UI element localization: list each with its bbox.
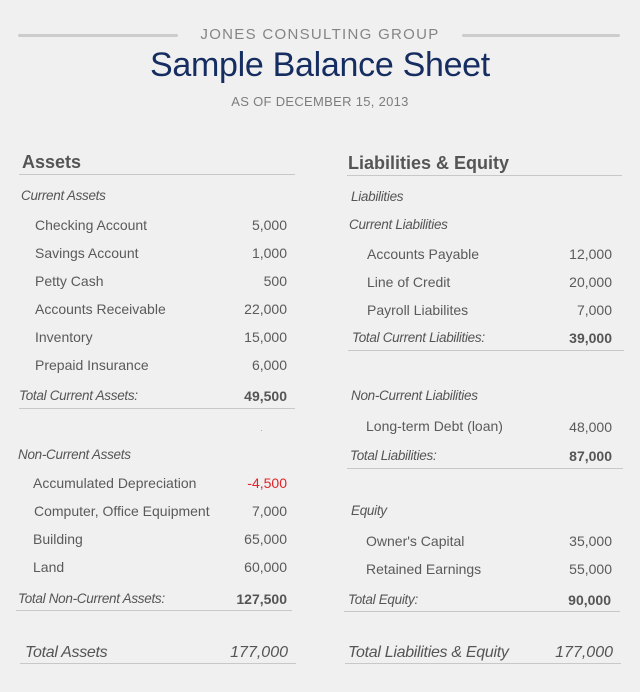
stray-dot bbox=[261, 430, 262, 431]
total-liabilities-equity-rule bbox=[345, 663, 621, 664]
assets-heading-rule bbox=[19, 174, 295, 175]
asset-name: Land bbox=[33, 559, 65, 575]
total-liabilities-rule bbox=[347, 468, 623, 469]
asset-value: 65,000 bbox=[244, 531, 287, 547]
total-current-assets-value: 49,500 bbox=[244, 388, 287, 404]
total-liabilities-value: 87,000 bbox=[569, 448, 612, 464]
total-current-assets-label: Total Current Assets: bbox=[19, 388, 138, 403]
asset-value-negative: -4,500 bbox=[247, 475, 287, 491]
asset-name: Accounts Receivable bbox=[35, 301, 166, 317]
total-equity-rule bbox=[344, 611, 620, 612]
company-name: JONES CONSULTING GROUP bbox=[200, 26, 440, 43]
liability-name: Accounts Payable bbox=[367, 246, 480, 262]
asset-value: 60,000 bbox=[244, 559, 287, 575]
liability-value: 7,000 bbox=[576, 302, 612, 318]
asset-name: Accumulated Depreciation bbox=[33, 475, 197, 491]
liability-value: 12,000 bbox=[569, 246, 612, 262]
asset-name: Petty Cash bbox=[35, 273, 104, 289]
liabilities-label: Liabilities bbox=[351, 189, 404, 204]
total-current-assets-rule bbox=[19, 408, 295, 409]
liability-name: Payroll Liabilites bbox=[367, 302, 469, 318]
total-liabilities-equity-value: 177,000 bbox=[555, 644, 613, 661]
asset-name: Checking Account bbox=[35, 217, 148, 233]
equity-value: 35,000 bbox=[569, 533, 612, 549]
asset-value: 7,000 bbox=[251, 503, 287, 519]
asset-value: 15,000 bbox=[244, 329, 287, 345]
liability-value: 48,000 bbox=[569, 419, 612, 435]
assets-heading: Assets bbox=[22, 152, 82, 172]
equity-name: Retained Earnings bbox=[366, 561, 482, 577]
asset-name: Computer, Office Equipment bbox=[34, 503, 210, 519]
asset-name: Inventory bbox=[35, 329, 93, 345]
asset-name: Building bbox=[33, 531, 83, 547]
current-assets-label: Current Assets bbox=[21, 188, 106, 203]
liability-value: 20,000 bbox=[569, 274, 612, 290]
total-current-liabilities-rule bbox=[348, 350, 624, 351]
equity-name: Owner's Capital bbox=[366, 533, 465, 549]
total-equity-value: 90,000 bbox=[568, 592, 611, 608]
asset-value: 22,000 bbox=[244, 301, 287, 317]
asset-value: 6,000 bbox=[251, 357, 287, 373]
total-liabilities-equity-label: Total Liabilities & Equity bbox=[348, 644, 509, 661]
equity-label: Equity bbox=[351, 503, 387, 518]
asset-name: Prepaid Insurance bbox=[35, 357, 149, 373]
total-non-current-assets-value: 127,500 bbox=[236, 591, 287, 607]
asset-value: 500 bbox=[263, 273, 287, 289]
report-date: AS OF DECEMBER 15, 2013 bbox=[231, 94, 409, 109]
liabilities-equity-heading-rule bbox=[347, 175, 622, 176]
asset-name: Savings Account bbox=[35, 245, 139, 261]
total-non-current-assets-rule bbox=[16, 610, 292, 611]
equity-value: 55,000 bbox=[569, 561, 612, 577]
non-current-liabilities-label: Non-Current Liabilities bbox=[351, 388, 478, 403]
total-non-current-assets-label: Total Non-Current Assets: bbox=[18, 591, 165, 606]
non-current-assets-label: Non-Current Assets bbox=[18, 447, 131, 462]
current-liabilities-label: Current Liabilities bbox=[349, 217, 448, 232]
total-liabilities-label: Total Liabilities: bbox=[350, 448, 437, 463]
liability-name: Long-term Debt (loan) bbox=[366, 418, 503, 434]
total-assets-value: 177,000 bbox=[230, 644, 288, 661]
total-current-liabilities-value: 39,000 bbox=[569, 330, 612, 346]
liabilities-equity-heading: Liabilities & Equity bbox=[348, 153, 510, 173]
total-assets-label: Total Assets bbox=[25, 644, 108, 661]
total-equity-label: Total Equity: bbox=[348, 592, 418, 607]
page-title: Sample Balance Sheet bbox=[150, 46, 490, 84]
total-current-liabilities-label: Total Current Liabilities: bbox=[352, 330, 485, 345]
total-assets-rule bbox=[20, 663, 296, 664]
asset-value: 1,000 bbox=[251, 245, 287, 261]
asset-value: 5,000 bbox=[251, 217, 287, 233]
liability-name: Line of Credit bbox=[367, 274, 451, 290]
